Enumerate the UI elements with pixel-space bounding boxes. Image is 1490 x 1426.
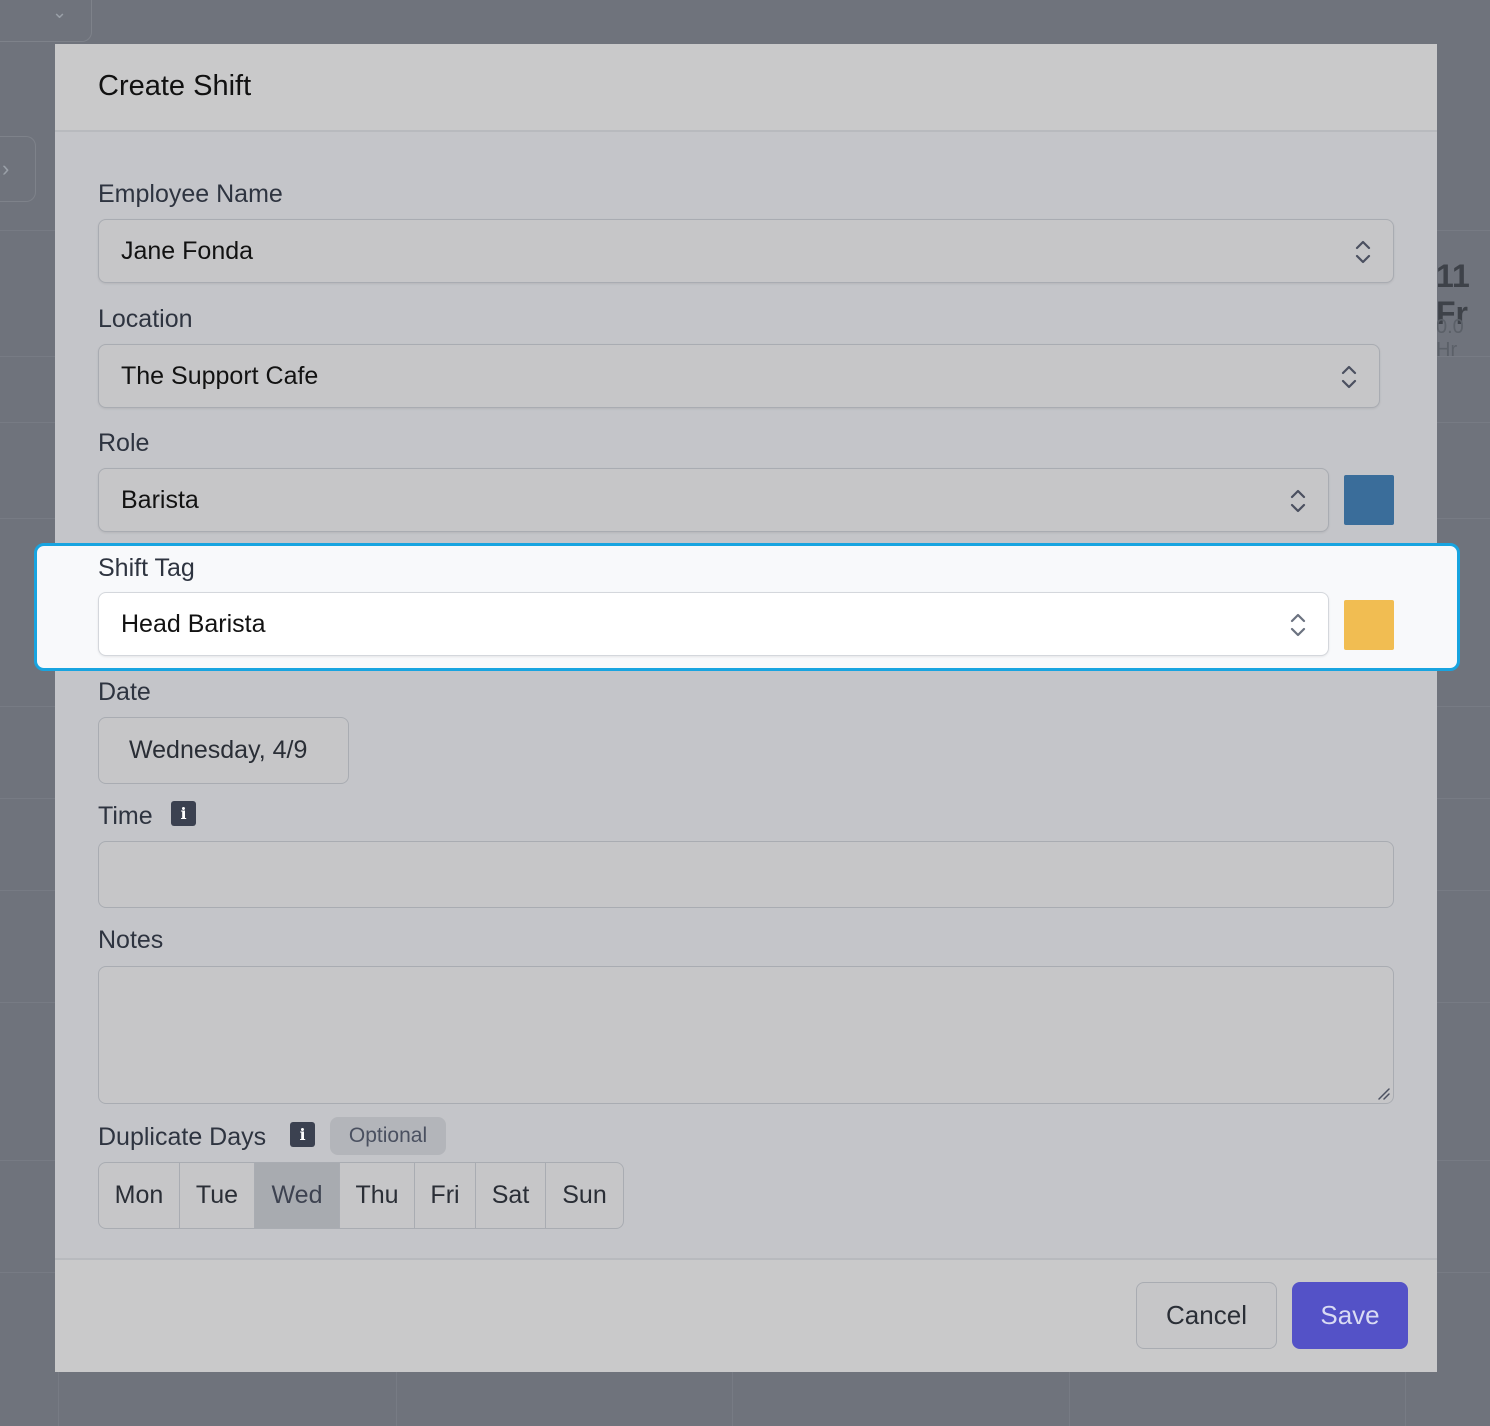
create-shift-modal: Create Shift Employee Name Jane Fonda Lo… <box>55 44 1437 1372</box>
location-value: The Support Cafe <box>121 362 319 390</box>
date-label: Date <box>98 678 151 706</box>
duplicate-days-label: Duplicate Days <box>98 1123 267 1151</box>
role-value: Barista <box>121 486 199 514</box>
chevron-up-down-icon <box>1290 489 1306 513</box>
shift-tag-value: Head Barista <box>121 610 266 638</box>
day-toggle-wed[interactable]: Wed <box>255 1163 340 1228</box>
chevron-up-down-icon <box>1355 240 1371 264</box>
location-select[interactable]: The Support Cafe <box>98 344 1380 408</box>
day-toggle-sun[interactable]: Sun <box>546 1163 623 1228</box>
background-panel-corner: ⌄ <box>0 0 92 42</box>
role-label: Role <box>98 429 150 457</box>
date-picker[interactable]: Wednesday, 4/9 <box>98 717 349 784</box>
time-label: Time <box>98 802 153 830</box>
shift-tag-label: Shift Tag <box>98 554 195 582</box>
notes-label: Notes <box>98 926 164 954</box>
background-hours: 0.0 Hr <box>1436 316 1464 361</box>
duplicate-days-group: Mon Tue Wed Thu Fri Sat Sun <box>98 1162 624 1229</box>
day-toggle-sat[interactable]: Sat <box>476 1163 546 1228</box>
info-icon[interactable]: i <box>290 1122 315 1147</box>
employee-name-value: Jane Fonda <box>121 237 254 265</box>
background-divider <box>396 1370 397 1426</box>
chevron-up-down-icon <box>1341 365 1357 389</box>
location-label: Location <box>98 305 193 333</box>
notes-textarea[interactable] <box>98 966 1394 1104</box>
chevron-up-down-icon <box>1290 613 1306 637</box>
shift-tag-section: Shift Tag Head Barista <box>34 543 1460 671</box>
info-icon[interactable]: i <box>171 801 196 826</box>
background-chevron-icon: ⌄ <box>52 2 68 22</box>
date-value: Wednesday, 4/9 <box>129 736 308 764</box>
background-divider <box>1405 1370 1406 1426</box>
employee-name-select[interactable]: Jane Fonda <box>98 219 1394 283</box>
day-toggle-thu[interactable]: Thu <box>340 1163 415 1228</box>
modal-title: Create Shift <box>98 70 252 102</box>
modal-header: Create Shift <box>55 44 1437 132</box>
background-divider <box>1069 1370 1070 1426</box>
shift-tag-color-swatch[interactable] <box>1344 600 1394 650</box>
optional-badge: Optional <box>330 1117 446 1155</box>
day-toggle-tue[interactable]: Tue <box>180 1163 255 1228</box>
day-toggle-mon[interactable]: Mon <box>99 1163 180 1228</box>
save-button[interactable]: Save <box>1292 1282 1408 1349</box>
time-input[interactable] <box>98 841 1394 908</box>
background-expand-icon: › <box>0 136 36 202</box>
employee-name-label: Employee Name <box>98 180 283 208</box>
role-color-swatch[interactable] <box>1344 475 1394 525</box>
resize-handle-icon[interactable] <box>1376 1086 1390 1100</box>
shift-tag-select[interactable]: Head Barista <box>98 592 1329 656</box>
background-divider <box>732 1370 733 1426</box>
background-divider <box>58 1370 59 1426</box>
cancel-button[interactable]: Cancel <box>1136 1282 1277 1349</box>
day-toggle-fri[interactable]: Fri <box>415 1163 476 1228</box>
role-select[interactable]: Barista <box>98 468 1329 532</box>
